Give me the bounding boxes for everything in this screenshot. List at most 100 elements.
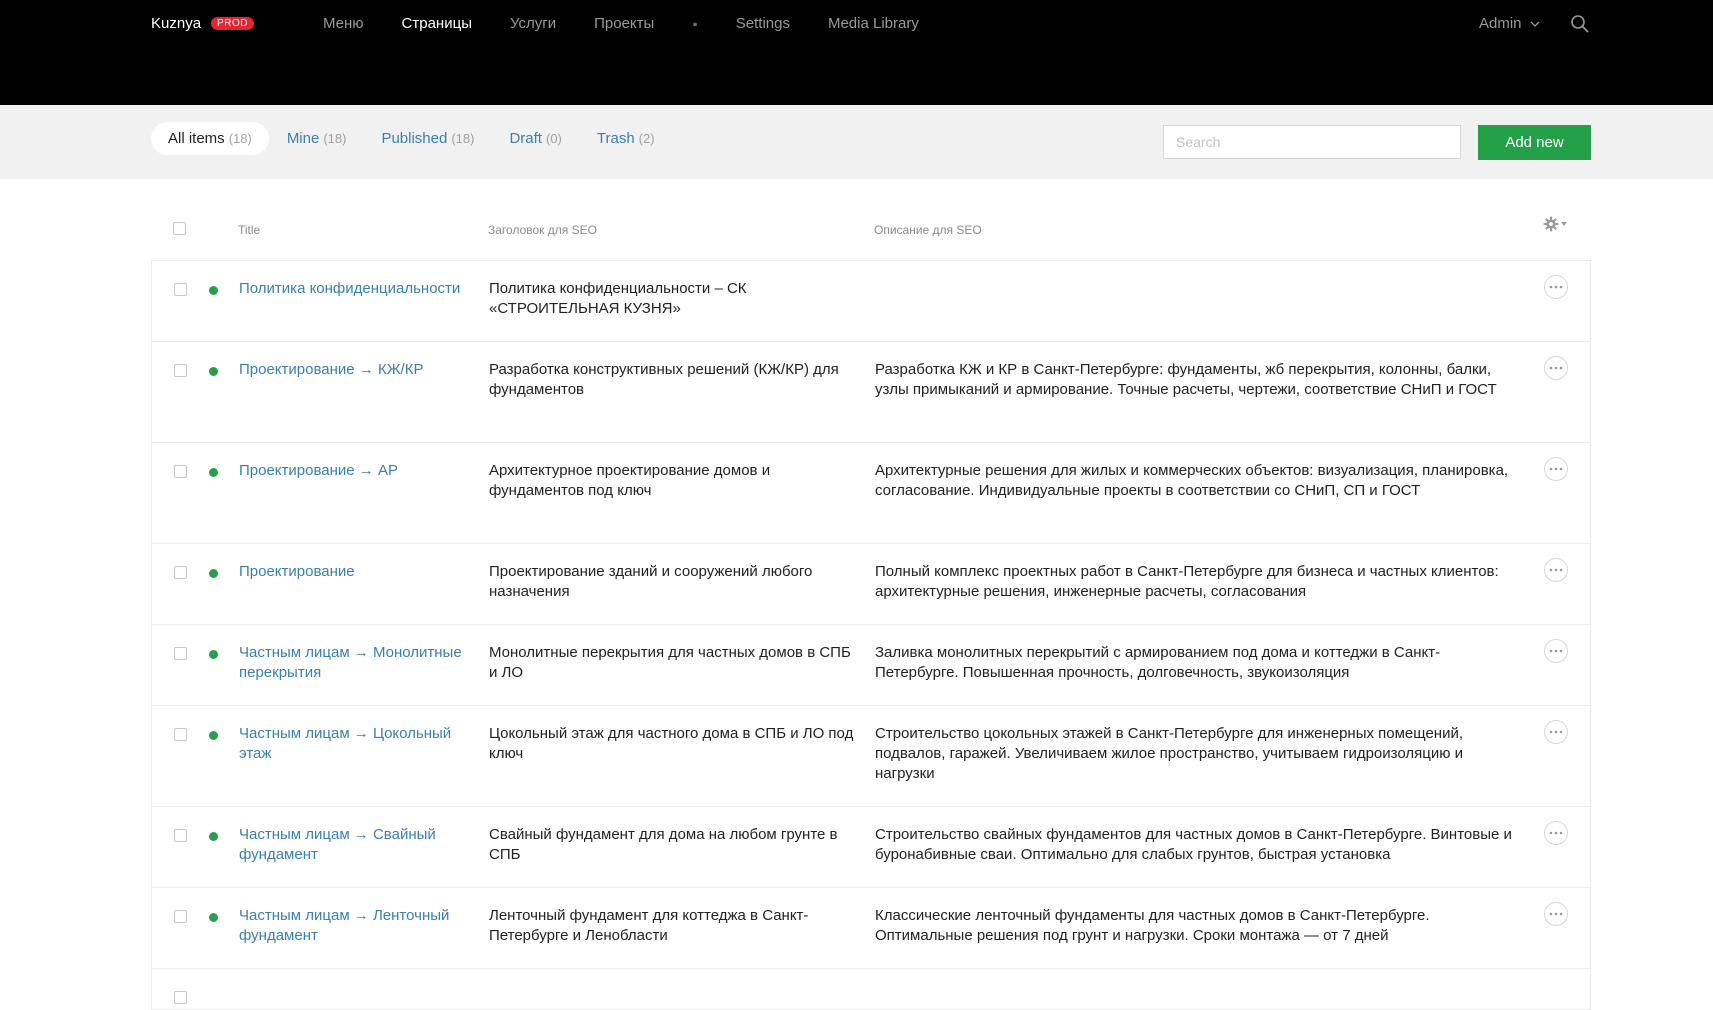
table-row: Политика конфиденциальности Политика кон… [152, 261, 1590, 342]
tab-mine[interactable]: Mine (18) [270, 122, 364, 155]
more-icon [1549, 467, 1563, 471]
table-row: Проектирование → КЖ/КР Разработка констр… [152, 342, 1590, 443]
main-nav: Меню Страницы Услуги Проекты ● Settings … [323, 15, 957, 32]
row-actions-button[interactable] [1544, 821, 1568, 845]
column-header-title[interactable]: Title [238, 223, 260, 237]
row-actions-button[interactable] [1544, 356, 1568, 380]
more-icon [1549, 366, 1563, 370]
tab-count: (2) [638, 131, 655, 146]
nav-item-menu[interactable]: Меню [323, 15, 364, 32]
row-checkbox[interactable] [174, 566, 187, 579]
chevron-down-icon [1530, 21, 1539, 27]
row-actions-button[interactable] [1544, 639, 1568, 663]
row-title-link[interactable]: Проектирование → АР [239, 461, 469, 481]
brand-name[interactable]: Kuznya [151, 15, 201, 32]
more-icon [1549, 285, 1563, 289]
table-header: Title Заголовок для SEO Описание для SEO [151, 200, 1591, 261]
row-seo-description: Строительство свайных фундаментов для ча… [875, 826, 1512, 863]
published-status-dot [209, 286, 218, 295]
pages-table: Title Заголовок для SEO Описание для SEO… [151, 200, 1591, 1010]
row-checkbox[interactable] [174, 728, 187, 741]
row-seo-description: Строительство цокольных этажей в Санкт-П… [875, 725, 1463, 782]
row-checkbox[interactable] [174, 364, 187, 377]
row-title-link[interactable]: Частным лицам → Цокольный этаж [239, 724, 469, 764]
row-title-link[interactable]: Частным лицам → Свайный фундамент [239, 825, 469, 865]
tab-label: Mine [286, 130, 320, 147]
row-actions-button[interactable] [1544, 558, 1568, 582]
row-checkbox[interactable] [174, 647, 187, 660]
row-seo-description: Заливка монолитных перекрытий с армирова… [875, 644, 1441, 681]
row-seo-title: Свайный фундамент для дома на любом грун… [489, 826, 838, 863]
column-settings-button[interactable] [1543, 216, 1567, 232]
published-status-dot [209, 468, 218, 477]
select-all-checkbox[interactable] [173, 222, 186, 235]
published-status-dot [209, 913, 218, 922]
caret-down-icon [1561, 222, 1567, 226]
row-seo-title: Архитектурное проектирование домов и фун… [489, 462, 771, 499]
status-tabs: All items (18) Mine (18) Published (18) Dra… [151, 122, 673, 155]
nav-item-services[interactable]: Услуги [510, 15, 556, 32]
environment-badge: PROD [211, 17, 254, 30]
row-seo-title: Цокольный этаж для частного дома в СПБ и… [489, 725, 854, 762]
table-row: Частным лицам → Цокольный этаж Цокольный… [152, 706, 1590, 807]
row-actions-button[interactable] [1544, 457, 1568, 481]
table-row: Проектирование Проектирование зданий и с… [152, 544, 1590, 625]
more-icon [1549, 730, 1563, 734]
brand[interactable]: Kuznya PROD [151, 15, 254, 32]
row-title-link[interactable]: Частным лицам → Монолитные перекрытия [239, 643, 469, 683]
table-row: Частным лицам → Свайный фундамент Свайны… [152, 807, 1590, 888]
row-checkbox[interactable] [174, 910, 187, 923]
tab-draft[interactable]: Draft (0) [492, 122, 578, 155]
row-checkbox[interactable] [174, 283, 187, 296]
more-icon [1549, 649, 1563, 653]
tab-label: Draft [509, 130, 542, 147]
nav-separator-dot: ● [692, 18, 698, 29]
table-row: Частным лицам → Монолитные перекрытия Мо… [152, 625, 1590, 706]
filter-bar: All items (18) Mine (18) Published (18) Dra… [0, 105, 1713, 179]
add-new-button[interactable]: Add new [1478, 125, 1591, 160]
table-row: Частным лицам → Ленточный фундамент Лент… [152, 888, 1590, 969]
row-actions-button[interactable] [1544, 275, 1568, 299]
row-title-link[interactable]: Частным лицам → Ленточный фундамент [239, 906, 469, 946]
row-actions-button[interactable] [1544, 720, 1568, 744]
column-header-seo-title[interactable]: Заголовок для SEO [488, 223, 597, 237]
row-seo-description: Полный комплекс проектных работ в Санкт-… [875, 563, 1499, 600]
user-name[interactable]: Admin [1479, 15, 1522, 32]
row-title-link[interactable]: Проектирование [239, 562, 469, 582]
more-icon [1549, 568, 1563, 572]
tab-count: (18) [323, 131, 347, 146]
table-row [152, 969, 1590, 1010]
row-seo-title: Монолитные перекрытия для частных домов … [489, 644, 851, 681]
user-menu[interactable]: Admin [1479, 15, 1540, 32]
published-status-dot [209, 832, 218, 841]
tab-published[interactable]: Published (18) [364, 122, 491, 155]
row-actions-button[interactable] [1544, 902, 1568, 926]
search-icon[interactable] [1570, 14, 1590, 34]
tab-trash[interactable]: Trash (2) [580, 122, 672, 155]
row-checkbox[interactable] [174, 991, 187, 1004]
column-header-seo-description[interactable]: Описание для SEO [874, 223, 982, 237]
gear-icon [1543, 216, 1559, 232]
more-icon [1549, 912, 1563, 916]
tab-label: Published [381, 130, 448, 147]
tab-label: Trash [596, 130, 635, 147]
nav-item-media-library[interactable]: Media Library [828, 15, 919, 32]
tab-all-items[interactable]: All items (18) [151, 122, 269, 155]
more-icon [1549, 831, 1563, 835]
row-seo-description: Классические ленточный фундаменты для ча… [875, 907, 1430, 944]
row-checkbox[interactable] [174, 829, 187, 842]
nav-item-pages[interactable]: Страницы [402, 15, 472, 32]
table-row: Проектирование → АР Архитектурное проект… [152, 443, 1590, 544]
nav-item-projects[interactable]: Проекты [594, 15, 654, 32]
top-navigation-bar: Kuznya PROD Меню Страницы Услуги Проекты… [0, 0, 1713, 105]
row-seo-description: Разработка КЖ и КР в Санкт-Петербурге: ф… [875, 361, 1497, 398]
row-title-link[interactable]: Политика конфиденциальности [239, 279, 469, 299]
row-title-link[interactable]: Проектирование → КЖ/КР [239, 360, 469, 380]
row-seo-title: Ленточный фундамент для коттеджа в Санкт… [489, 907, 809, 944]
search-input[interactable] [1163, 125, 1461, 159]
row-seo-title: Проектирование зданий и сооружений любог… [489, 563, 813, 600]
nav-item-settings[interactable]: Settings [736, 15, 790, 32]
row-seo-title: Политика конфиденциальности – СК «СТРОИТ… [489, 280, 747, 317]
row-checkbox[interactable] [174, 465, 187, 478]
row-seo-title: Разработка конструктивных решений (КЖ/КР… [489, 361, 839, 398]
